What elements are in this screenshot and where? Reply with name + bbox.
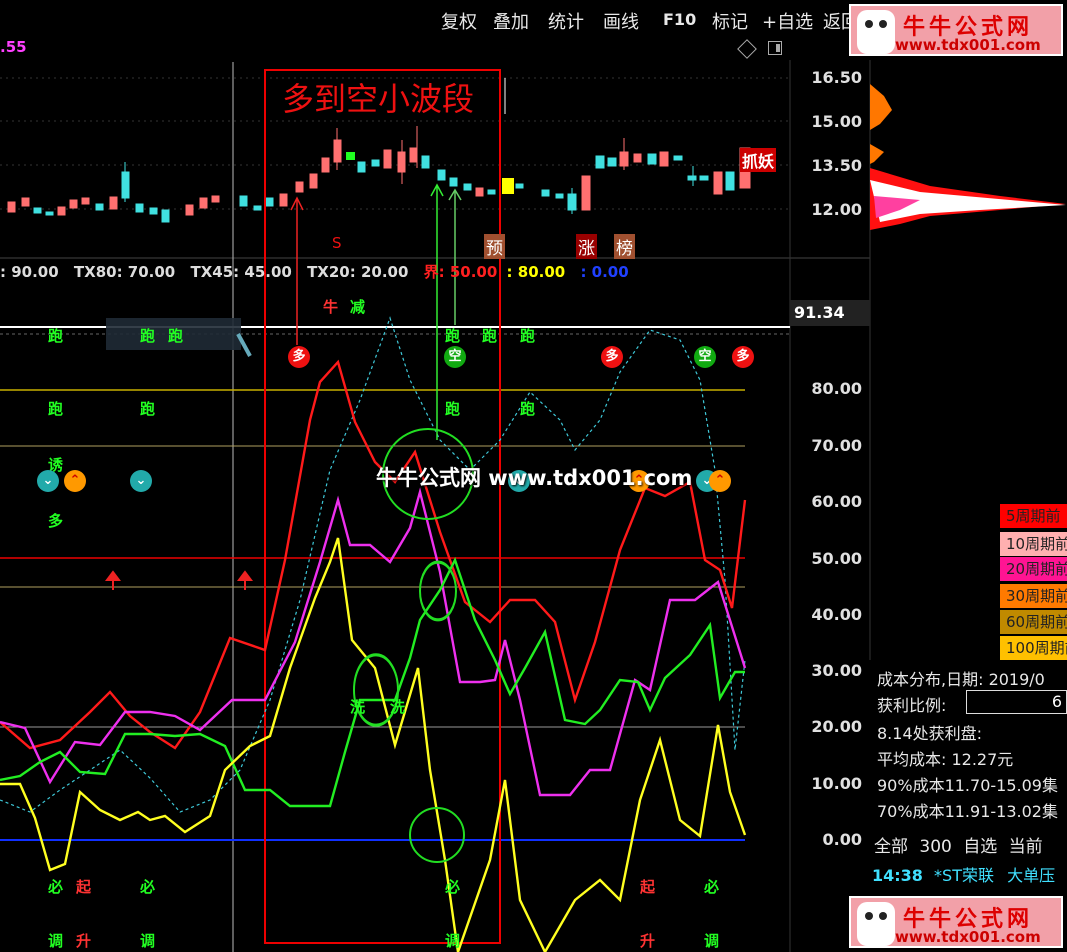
label-tiao: 调 [48,932,64,950]
label-pao: 跑 [168,327,184,345]
param-jie: 界: 50.00 [423,263,498,281]
label-pao: 跑 [520,400,536,418]
bottom-tabs: 全部 300 自选 当前 [874,832,1043,857]
label-sheng: 升 [76,932,92,950]
marker-s: S [332,234,342,252]
label-bi: 必 [704,878,720,896]
legend-20: 20周期前 [1000,557,1067,581]
ind-tick: 60.00 [811,492,862,511]
label-niu: 牛 [323,298,339,316]
candlesticks [7,126,751,223]
ind-tick: 0.00 [822,830,862,849]
avg-cost: 平均成本: 12.27元 [877,750,1014,769]
label-pao: 跑 [140,400,156,418]
tab-all[interactable]: 全部 [874,837,908,857]
label-pao: 跑 [482,327,498,345]
ind-tick: 30.00 [811,661,862,680]
param-tx20: TX20: 20.00 [307,263,409,281]
label-sheng: 升 [640,932,656,950]
chevron-down-icon: ⌄ [130,470,152,492]
cost-70: 70%成本11.91-13.02集 [877,802,1058,821]
label-jian: 减 [350,298,366,316]
label-bi: 必 [48,878,64,896]
label-tiao: 调 [704,932,720,950]
indicator-params: : 90.00 TX80: 70.00 TX45: 45.00 TX20: 20… [0,261,629,282]
duo-dot-icon: 多 [601,346,623,368]
ind-tick: 50.00 [811,549,862,568]
label-duo: 多 [48,512,64,530]
ind-tick: 20.00 [811,717,862,736]
label-qi: 起 [76,878,92,896]
watermark-center: 牛牛公式网 www.tdx001.com [376,466,693,490]
label-pao: 跑 [445,400,461,418]
ticker-event: 大单压 [1007,866,1056,885]
label-pao: 跑 [48,327,64,345]
legend-60: 60周期前 [1000,610,1067,634]
price-tick: 12.00 [811,200,862,219]
param-0: : 0.00 [580,263,629,281]
cost-90: 90%成本11.70-15.09集 [877,776,1058,795]
cost-distribution [870,84,1066,230]
kong-dot-icon: 空 [694,346,716,368]
legend-10: 10周期前 [1000,532,1067,556]
legend-30: 30周期前 [1000,584,1067,608]
label-pao: 跑 [48,400,64,418]
label-tiao: 调 [140,932,156,950]
kong-dot-icon: 空 [444,346,466,368]
highlight-box [264,69,501,944]
tab-300[interactable]: 300 [919,837,951,857]
label-pao: 跑 [520,327,536,345]
cost-date: 成本分布,日期: 2019/0 [877,670,1045,689]
ind-tick: 10.00 [811,774,862,793]
param-80: : 80.00 [506,263,566,281]
chevron-down-icon: ⌄ [37,470,59,492]
watermark-bottom: 牛牛公式网 www.tdx001.com [849,896,1063,948]
chevron-up-icon: ⌃ [64,470,86,492]
cow-logo-icon [857,902,895,946]
tab-zixuan[interactable]: 自选 [963,837,997,857]
label-tiao: 调 [445,932,461,950]
chevron-up-icon: ⌃ [709,470,731,492]
profit-line: 8.14处获利盘: [877,724,983,743]
marker-zhang: 涨 [576,234,597,259]
price-tick: 13.50 [811,156,862,175]
kline-badge: 抓妖 [740,148,777,172]
price-tick: 16.50 [811,68,862,87]
label-bi: 必 [445,878,461,896]
ticker-name: *ST荣联 [934,866,994,885]
label-bi: 必 [140,878,156,896]
marker-yu: 预 [484,234,505,259]
param-90: : 90.00 [0,263,59,281]
ticker-time: 14:38 [872,866,923,885]
legend-100: 100周期前 [1000,636,1067,660]
kline-title: 多到空小波段 [282,80,475,118]
profit-value: 6 [966,690,1067,714]
label-xi: 洗 [390,698,406,716]
ticker-line[interactable]: 14:38 *ST荣联 大单压 [872,862,1055,886]
label-pao: 跑 [140,327,156,345]
ind-tick: 70.00 [811,436,862,455]
ind-tick: 40.00 [811,605,862,624]
profit-label: 获利比例: [877,696,947,715]
label-pao: 跑 [445,327,461,345]
label-qi: 起 [640,878,656,896]
watermark-url: www.tdx001.com [895,928,1041,946]
duo-dot-icon: 多 [732,346,754,368]
legend-5: 5周期前 [1000,504,1067,528]
value-box: 91.34 [790,300,870,326]
param-tx80: TX80: 70.00 [73,263,176,281]
tab-current[interactable]: 当前 [1009,837,1043,857]
marker-bang: 榜 [614,234,635,259]
param-tx45: TX45: 45.00 [190,263,292,281]
duo-dot-icon: 多 [288,346,310,368]
price-tick: 15.00 [811,112,862,131]
label-xi: 洗 [350,698,366,716]
ind-tick: 80.00 [811,379,862,398]
